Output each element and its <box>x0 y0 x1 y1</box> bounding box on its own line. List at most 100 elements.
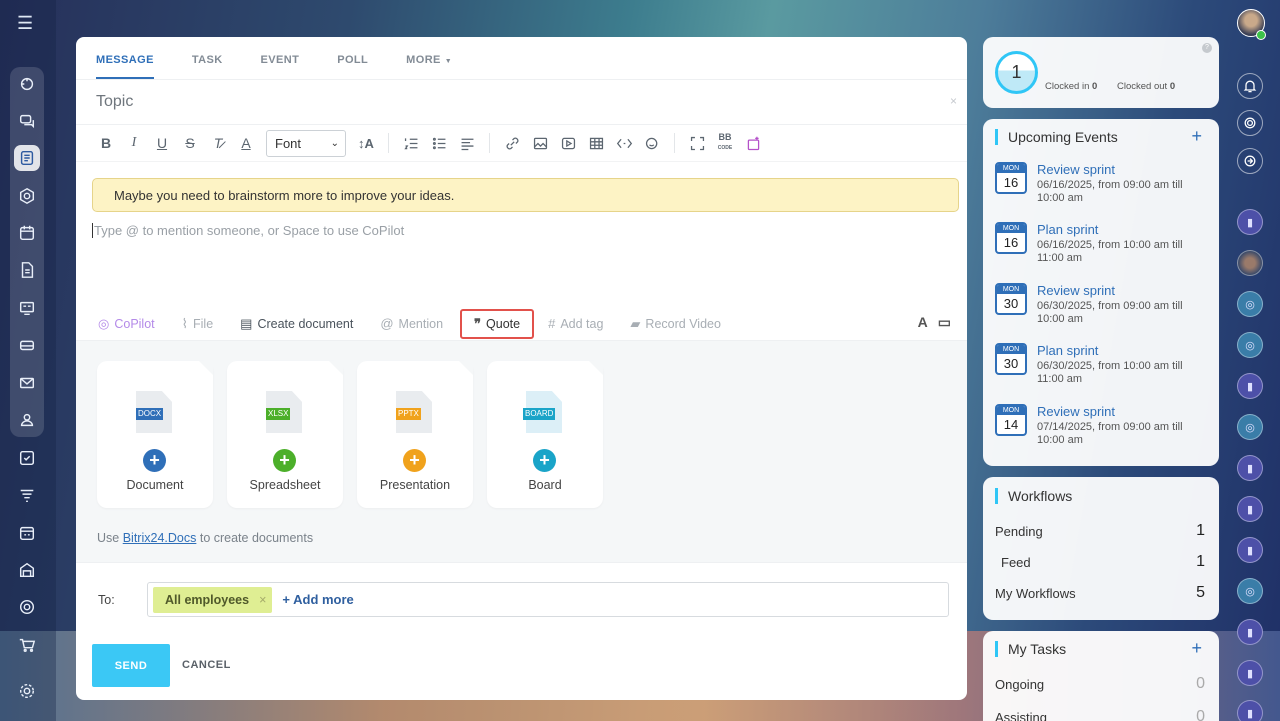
sidebar-item-mail[interactable] <box>14 370 40 396</box>
copilot-chat-icon[interactable] <box>1237 110 1263 136</box>
create-document-card[interactable]: DOCX + Document <box>97 361 213 508</box>
event-title[interactable]: Review sprint <box>1037 283 1115 298</box>
add-more-recipients-link[interactable]: + Add more <box>282 592 353 607</box>
event-title[interactable]: Plan sprint <box>1037 222 1098 237</box>
cancel-button[interactable]: CANCEL <box>182 659 231 671</box>
chat-contact-icon[interactable]: ▮ <box>1237 373 1263 399</box>
quote-button[interactable]: ❞ Quote <box>460 308 535 339</box>
mention-button[interactable]: @ Mention <box>380 316 443 331</box>
video-button[interactable] <box>554 130 582 156</box>
chat-contact-icon[interactable]: ▮ <box>1237 660 1263 686</box>
bullet-list-button[interactable] <box>425 130 453 156</box>
recipient-chip[interactable]: All employees × <box>153 586 273 613</box>
event-item[interactable]: MON 16 Review sprint 06/16/2025, from 09:… <box>995 162 1210 217</box>
italic-button[interactable]: I <box>120 130 148 156</box>
table-button[interactable] <box>582 130 610 156</box>
ai-image-button[interactable] <box>739 130 767 156</box>
event-item[interactable]: MON 30 Review sprint 06/30/2025, from 09:… <box>995 283 1210 338</box>
file-button[interactable]: ⌇ File <box>182 316 214 332</box>
topic-input[interactable] <box>96 93 916 111</box>
workflow-row[interactable]: Feed 1 <box>995 553 1205 571</box>
font-size-button[interactable]: ↕A <box>352 130 380 156</box>
chat-contact-icon[interactable]: ▮ <box>1237 455 1263 481</box>
chat-contact-icon[interactable]: ▮ <box>1237 537 1263 563</box>
numbered-list-button[interactable] <box>397 130 425 156</box>
task-row[interactable]: Ongoing 0 <box>995 675 1205 693</box>
contact-avatar[interactable] <box>1237 250 1263 276</box>
chat-contact-icon[interactable]: ▮ <box>1237 619 1263 645</box>
sidebar-item-crm[interactable] <box>14 482 40 508</box>
font-select[interactable]: Font ⌄ <box>266 129 346 157</box>
panel-icon[interactable]: ▭ <box>938 314 951 331</box>
workflow-row[interactable]: Pending 1 <box>995 522 1205 540</box>
chat-contact-icon[interactable]: ▮ <box>1237 496 1263 522</box>
sidebar-item-drive[interactable] <box>14 332 40 358</box>
tab-task[interactable]: TASK <box>192 54 223 79</box>
sidebar-item-messenger[interactable] <box>14 108 40 134</box>
message-editor[interactable]: Type @ to mention someone, or Space to u… <box>92 223 404 238</box>
workflow-row[interactable]: My Workflows 5 <box>995 584 1205 602</box>
chat-contact-icon[interactable]: ▮ <box>1237 700 1263 721</box>
sync-icon[interactable] <box>1237 148 1263 174</box>
sidebar-item-copilot[interactable] <box>14 71 40 97</box>
text-format-icon[interactable]: A <box>918 314 928 331</box>
sidebar-item-documents[interactable] <box>14 257 40 283</box>
notifications-icon[interactable] <box>1237 73 1263 99</box>
sidebar-item-tasks[interactable] <box>14 445 40 471</box>
tab-event[interactable]: EVENT <box>261 54 300 79</box>
add-tag-button[interactable]: # Add tag <box>548 316 603 331</box>
text-color-button[interactable]: A <box>232 130 260 156</box>
task-row[interactable]: Assisting 0 <box>995 708 1205 721</box>
tab-message[interactable]: MESSAGE <box>96 54 154 79</box>
sidebar-item-inventory[interactable] <box>14 557 40 583</box>
sidebar-item-employees[interactable] <box>14 407 40 433</box>
fullscreen-button[interactable] <box>683 130 711 156</box>
add-task-button[interactable]: + <box>1191 638 1202 659</box>
sidebar-item-settings[interactable] <box>14 678 40 704</box>
tab-poll[interactable]: POLL <box>337 54 368 79</box>
event-title[interactable]: Review sprint <box>1037 162 1115 177</box>
align-button[interactable] <box>453 130 481 156</box>
close-icon[interactable]: × <box>950 94 957 108</box>
event-item[interactable]: MON 30 Plan sprint 06/30/2025, from 10:00… <box>995 343 1210 398</box>
sidebar-item-calendar[interactable] <box>14 220 40 246</box>
copilot-contact-icon[interactable]: ◎ <box>1237 414 1263 440</box>
clock-in-button[interactable]: 1 <box>995 51 1038 94</box>
underline-button[interactable]: U <box>148 130 176 156</box>
bitrix-docs-link[interactable]: Bitrix24.Docs <box>123 531 197 545</box>
tab-more[interactable]: MORE ▼ <box>406 54 452 79</box>
event-title[interactable]: Plan sprint <box>1037 343 1098 358</box>
copilot-contact-icon[interactable]: ◎ <box>1237 291 1263 317</box>
copilot-contact-icon[interactable]: ◎ <box>1237 332 1263 358</box>
recipients-field[interactable]: All employees × + Add more <box>147 582 949 617</box>
help-icon[interactable]: ? <box>1202 43 1212 53</box>
copilot-button[interactable]: ◎ CoPilot <box>98 316 155 332</box>
strikethrough-button[interactable]: S <box>176 130 204 156</box>
event-title[interactable]: Review sprint <box>1037 404 1115 419</box>
chat-contact-icon[interactable]: ▮ <box>1237 209 1263 235</box>
sidebar-item-store[interactable] <box>14 632 40 658</box>
sidebar-item-booking[interactable] <box>14 520 40 546</box>
create-board-card[interactable]: BOARD + Board <box>487 361 603 508</box>
create-presentation-card[interactable]: PPTX + Presentation <box>357 361 473 508</box>
remove-chip-icon[interactable]: × <box>259 593 266 607</box>
bbcode-button[interactable]: BB CODE <box>711 130 739 156</box>
copilot-contact-icon[interactable]: ◎ <box>1237 578 1263 604</box>
add-event-button[interactable]: + <box>1191 126 1202 147</box>
record-video-button[interactable]: ▰ Record Video <box>630 316 721 332</box>
event-item[interactable]: MON 14 Review sprint 07/14/2025, from 09:… <box>995 404 1210 459</box>
link-button[interactable] <box>498 130 526 156</box>
menu-icon[interactable]: ☰ <box>17 14 37 32</box>
sidebar-item-boards[interactable] <box>14 295 40 321</box>
sidebar-item-marketing[interactable] <box>14 594 40 620</box>
code-button[interactable] <box>610 130 638 156</box>
create-spreadsheet-card[interactable]: XLSX + Spreadsheet <box>227 361 343 508</box>
clear-format-button[interactable]: T̷ <box>204 130 232 156</box>
send-button[interactable]: SEND <box>92 644 170 687</box>
sidebar-item-collabs[interactable] <box>14 183 40 209</box>
event-item[interactable]: MON 16 Plan sprint 06/16/2025, from 10:00… <box>995 222 1210 277</box>
sidebar-item-feed[interactable] <box>14 145 40 171</box>
emoji-button[interactable] <box>638 130 666 156</box>
image-button[interactable] <box>526 130 554 156</box>
bold-button[interactable]: B <box>92 130 120 156</box>
